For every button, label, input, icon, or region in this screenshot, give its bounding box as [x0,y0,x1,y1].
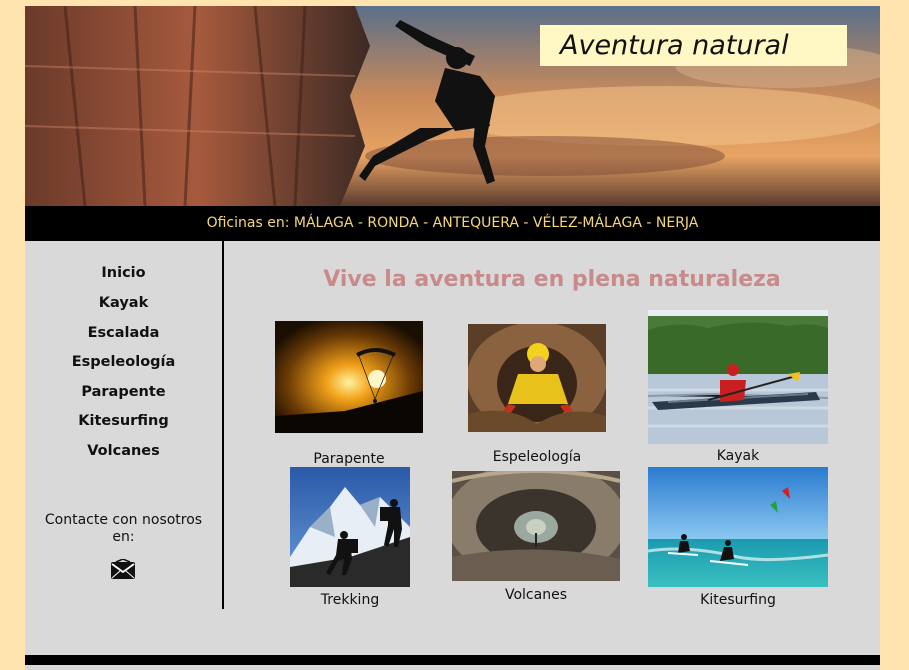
offices-prefix: Oficinas en: [206,215,294,231]
sidebar: Inicio Kayak Escalada Espeleología Parap… [25,241,224,609]
sidebar-item-espeleologia[interactable]: Espeleología [25,354,222,370]
volcanes-photo[interactable] [452,471,620,581]
separator: - [353,215,368,231]
office-link-velez-malaga[interactable]: VÉLEZ-MÁLAGA [533,215,642,231]
sidebar-item-inicio[interactable]: Inicio [25,265,222,281]
caption-kayak: Kayak [716,448,760,464]
offices-bar: Oficinas en: MÁLAGA - RONDA - ANTEQUERA … [25,206,880,241]
page-container: Aventura natural Oficinas en: MÁLAGA - R… [25,6,880,670]
caption-kitesurfing: Kitesurfing [700,592,776,608]
caption-trekking: Trekking [320,592,380,608]
contact-text: Contacte con nosotros en: [44,512,203,545]
separator: - [641,215,656,231]
office-link-malaga[interactable]: MÁLAGA [294,215,354,231]
sidebar-item-parapente[interactable]: Parapente [25,384,222,400]
kayak-photo[interactable] [648,310,828,444]
page-headline: Vive la aventura en plena naturaleza [323,267,781,292]
kitesurfing-photo[interactable] [648,467,828,587]
office-link-antequera[interactable]: ANTEQUERA [433,215,519,231]
caption-espeleologia: Espeleología [492,449,582,465]
caption-parapente: Parapente [313,451,385,467]
footer-bar [25,655,880,665]
office-link-ronda[interactable]: RONDA [367,215,418,231]
office-link-nerja[interactable]: NERJA [656,215,699,231]
separator: - [418,215,433,231]
separator: - [518,215,533,231]
sidebar-item-kitesurfing[interactable]: Kitesurfing [25,413,222,429]
sidebar-item-volcanes[interactable]: Volcanes [25,443,222,459]
sidebar-item-escalada[interactable]: Escalada [25,325,222,341]
trekking-photo[interactable] [290,467,410,587]
main-content: Vive la aventura en plena naturaleza Par… [224,241,880,609]
caption-volcanes: Volcanes [504,587,567,603]
sidebar-item-kayak[interactable]: Kayak [25,295,222,311]
site-title: Aventura natural [540,25,847,66]
envelope-icon[interactable] [110,558,136,585]
header-banner: Aventura natural [25,6,880,206]
espeleologia-photo[interactable] [468,324,606,432]
parapente-photo[interactable] [275,321,423,433]
